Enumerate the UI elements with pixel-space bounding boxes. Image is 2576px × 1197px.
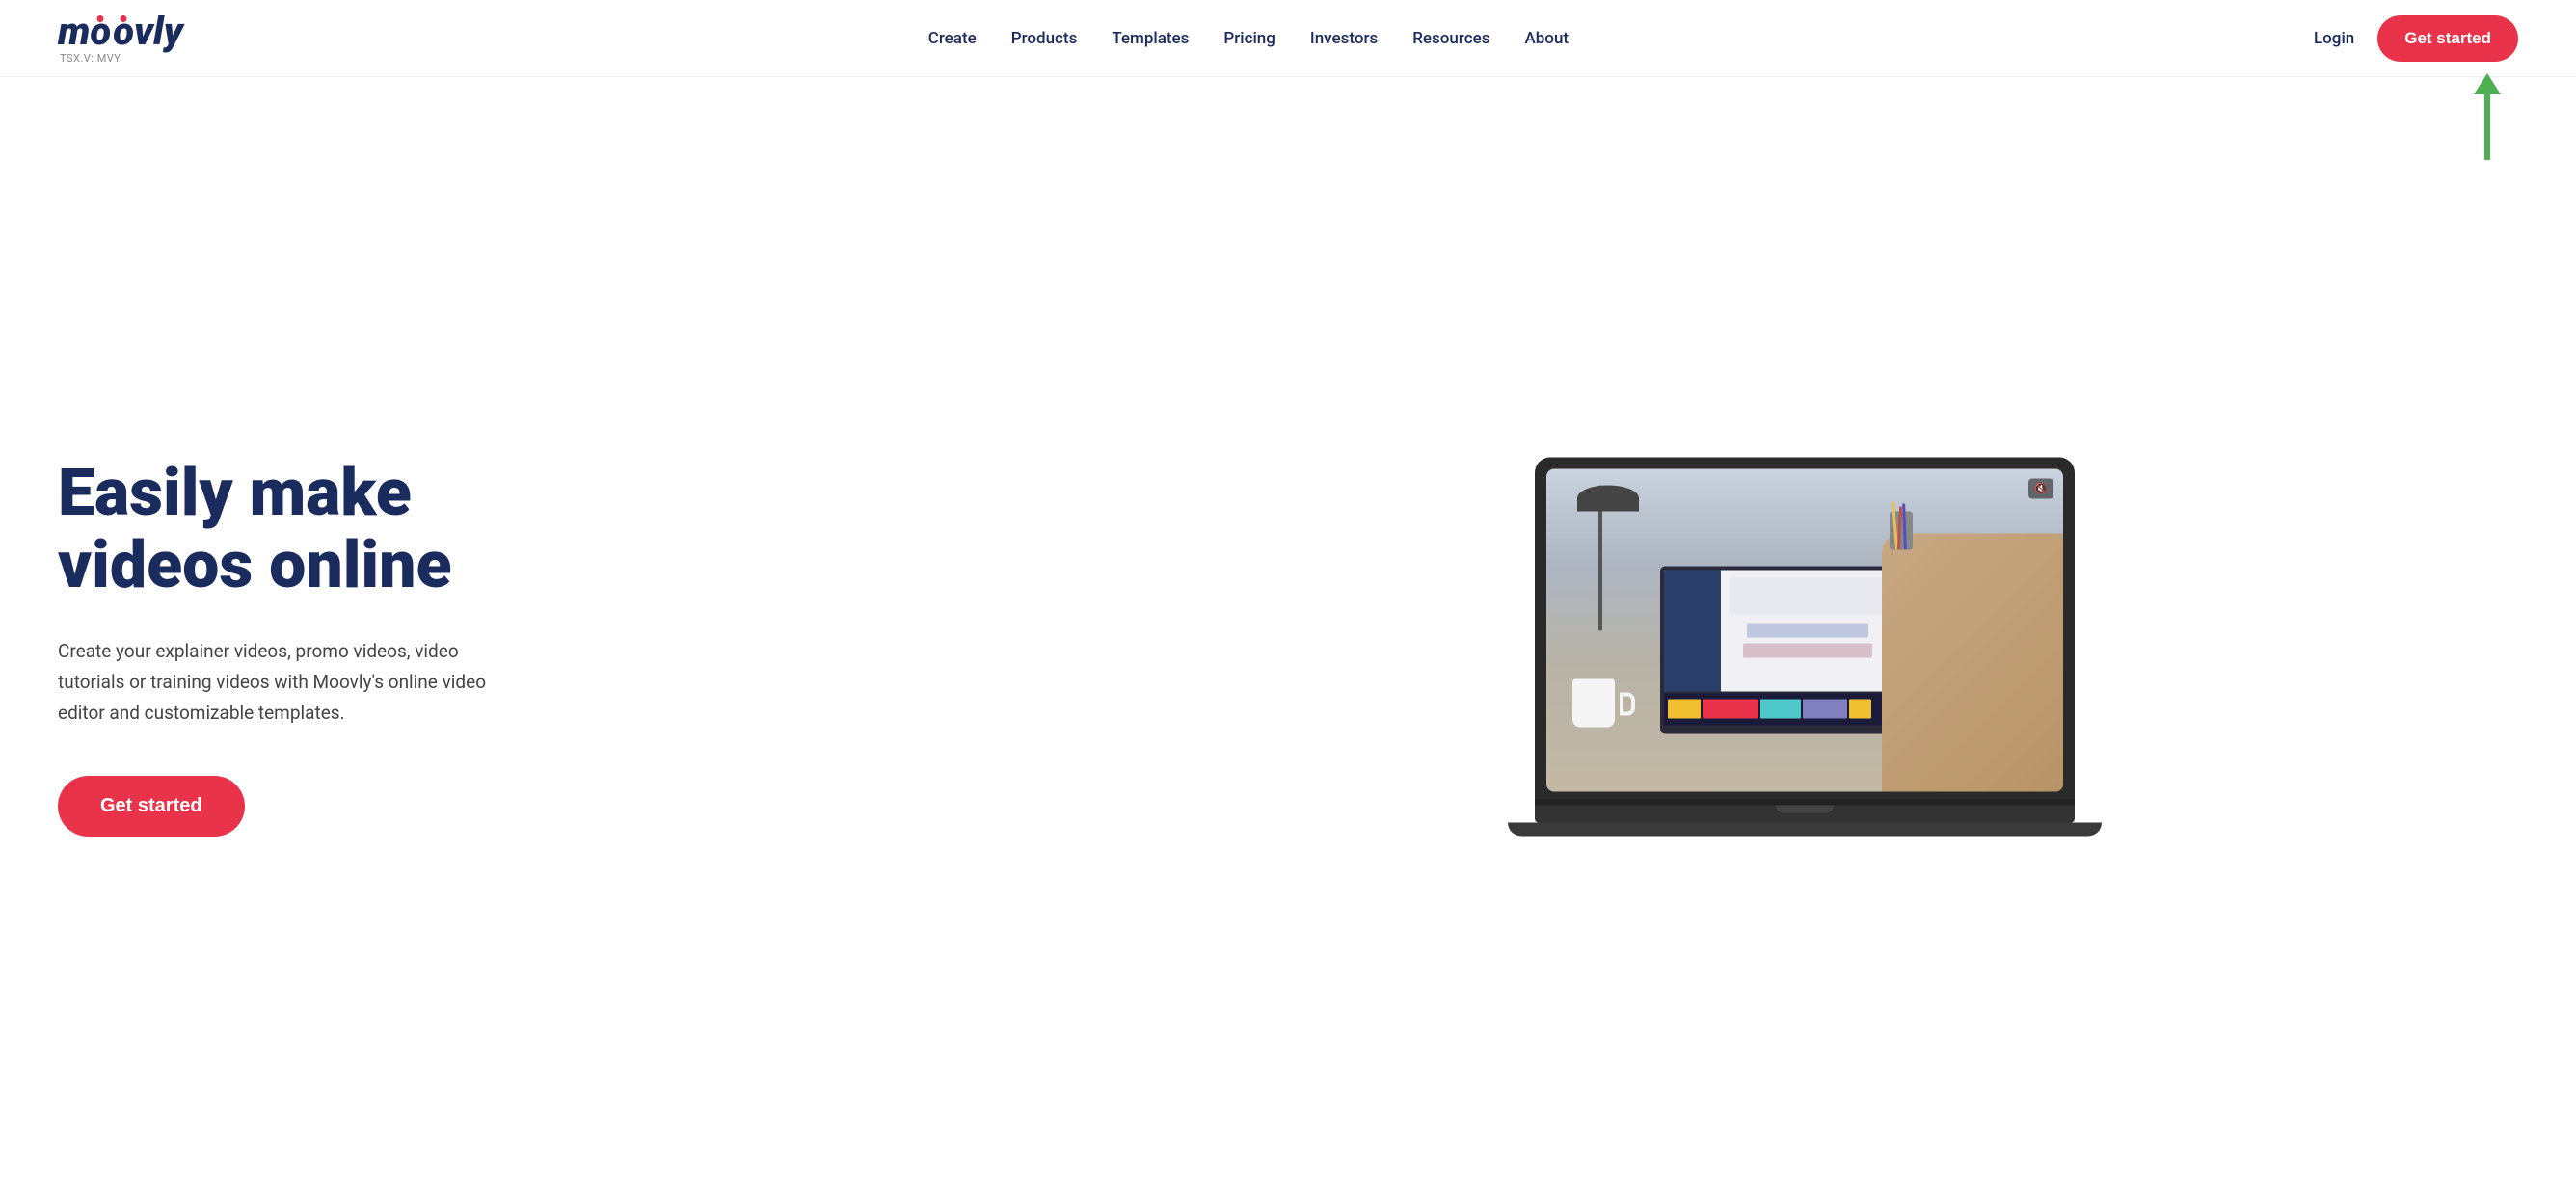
inner-screen <box>1664 570 1894 691</box>
inner-laptop <box>1660 566 1898 733</box>
header-actions: Login Get started <box>2314 15 2518 62</box>
nav-item-resources[interactable]: Resources <box>1412 29 1489 48</box>
arrow-shaft <box>2484 93 2490 160</box>
arrow-head <box>2474 73 2501 94</box>
person-arm <box>1882 534 2063 792</box>
timeline-bar <box>1664 693 1894 725</box>
hero-left: Easily make videos online Create your ex… <box>58 457 1091 836</box>
hero-subtext: Create your explainer videos, promo vide… <box>58 636 521 730</box>
coffee-mug <box>1572 670 1625 728</box>
logo[interactable]: m o o vly TSX.V: MVY <box>58 13 183 64</box>
logo-vly: vly <box>134 13 183 51</box>
nav-item-products[interactable]: Products <box>1011 29 1078 48</box>
laptop-base <box>1535 806 2075 823</box>
main-nav: Create Products Templates Pricing Invest… <box>928 29 1569 48</box>
laptop-body: 🔇 <box>1535 458 2075 800</box>
hero-headline: Easily make videos online <box>58 457 1053 601</box>
laptop-illustration: 🔇 <box>1535 458 2075 837</box>
lamp-head <box>1577 485 1639 511</box>
hero-headline-line1: Easily make <box>58 454 412 531</box>
nav-item-create[interactable]: Create <box>928 29 977 48</box>
hero-section: Easily make videos online Create your ex… <box>0 77 2576 1197</box>
logo-m: m <box>58 13 90 51</box>
nav-item-pricing[interactable]: Pricing <box>1223 29 1275 48</box>
laptop-notch <box>1776 806 1834 813</box>
laptop-screen: 🔇 <box>1546 469 2063 792</box>
header: m o o vly TSX.V: MVY Create Products Tem… <box>0 0 2576 77</box>
logo-ticker: TSX.V: MVY <box>58 53 183 64</box>
logo-double-o: o o <box>90 13 134 51</box>
pencil-holder <box>1890 501 1919 549</box>
get-started-button-hero[interactable]: Get started <box>58 776 245 837</box>
laptop-bottom <box>1508 823 2102 837</box>
arrow-annotation <box>2474 73 2501 160</box>
nav-item-investors[interactable]: Investors <box>1310 29 1378 48</box>
volume-icon: 🔇 <box>2028 479 2053 499</box>
nav-item-templates[interactable]: Templates <box>1112 29 1189 48</box>
nav-item-about[interactable]: About <box>1524 29 1569 48</box>
hero-headline-line2: videos online <box>58 526 452 603</box>
get-started-button-header[interactable]: Get started <box>2377 15 2518 62</box>
login-link[interactable]: Login <box>2314 29 2354 48</box>
